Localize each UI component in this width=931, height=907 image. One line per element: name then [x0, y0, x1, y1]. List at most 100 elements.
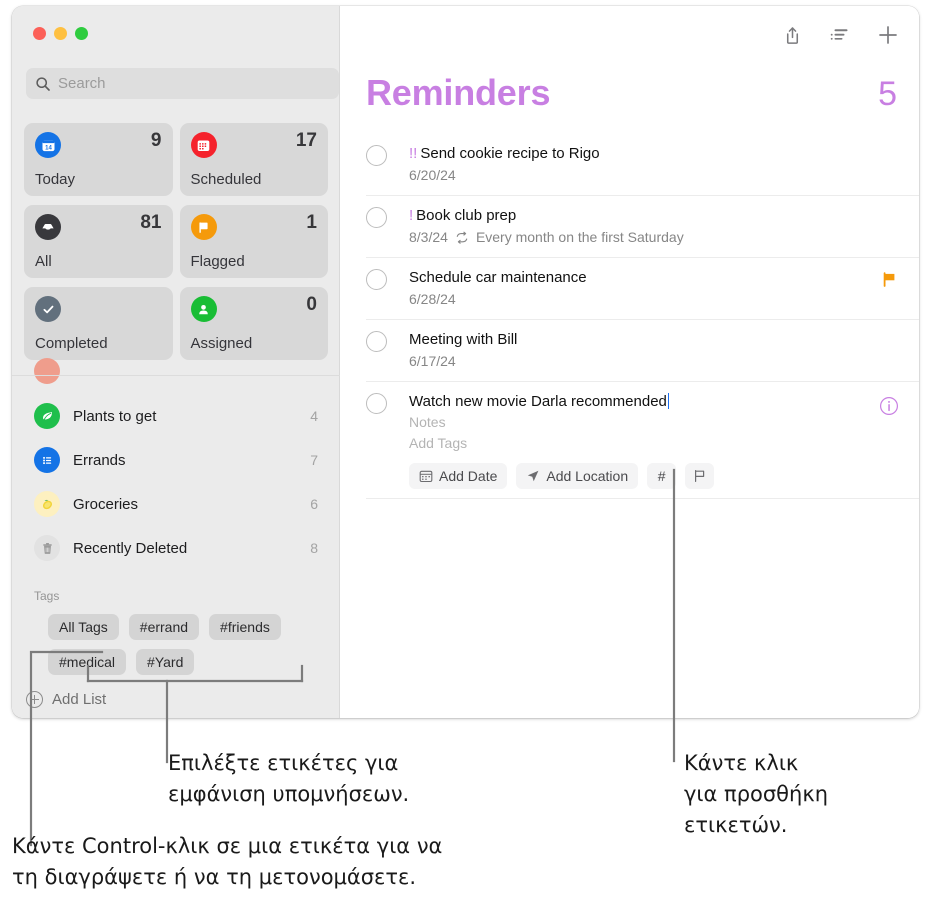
- minimize-button[interactable]: [54, 27, 67, 40]
- trash-icon: [34, 535, 60, 561]
- add-tag-callout-line1: Κάντε κλικ: [684, 751, 799, 775]
- reminder-row[interactable]: ! Book club prep 8/3/24 Every month on th…: [366, 196, 919, 258]
- flag-button[interactable]: [685, 463, 715, 489]
- add-reminder-button[interactable]: [876, 23, 900, 47]
- reminder-subtitle: 6/17/24: [409, 351, 859, 372]
- reminder-checkbox[interactable]: [366, 269, 387, 290]
- close-button[interactable]: [33, 27, 46, 40]
- smart-card-label: Assigned: [190, 335, 253, 352]
- notes-placeholder[interactable]: Notes: [409, 412, 859, 433]
- list-item-label: Groceries: [73, 495, 139, 513]
- search-input[interactable]: Search: [26, 68, 339, 99]
- reminder-title-line: ! Book club prep: [409, 206, 859, 226]
- reminder-title-input[interactable]: Watch new movie Darla recommended: [409, 392, 859, 412]
- smart-card-count: 81: [140, 212, 162, 233]
- tag-chip-errand[interactable]: #errand: [128, 614, 200, 640]
- smart-card-label: Scheduled: [190, 171, 262, 188]
- list-item[interactable]: Groceries 6: [12, 482, 340, 526]
- list-item-label: Recently Deleted: [73, 539, 188, 557]
- reminders-list: !! Send cookie recipe to Rigo 6/20/24 ! Bo…: [366, 134, 919, 499]
- hash-icon: #: [657, 468, 666, 484]
- info-circle-icon: [880, 397, 898, 415]
- title-row: Reminders 5: [366, 72, 897, 114]
- checkmark-icon: [35, 296, 61, 322]
- add-tags-placeholder[interactable]: Add Tags: [409, 433, 859, 454]
- reminder-subtitle: 6/20/24: [409, 165, 859, 186]
- tag-chip-medical[interactable]: #medical: [48, 649, 127, 675]
- add-list-button[interactable]: Add List: [26, 691, 106, 708]
- reminder-checkbox[interactable]: [366, 145, 387, 166]
- share-icon: [786, 26, 798, 44]
- smart-card-label: All: [35, 253, 52, 270]
- tag-chips: All Tags #errand #friends #medical #Yard: [48, 614, 338, 675]
- tags-callout-line2: εμφάνιση υπομνήσεων.: [168, 782, 410, 806]
- reminders-pane: Reminders 5 !! Send cookie recipe to Rigo…: [341, 6, 919, 718]
- reminder-title-line: Schedule car maintenance: [409, 268, 859, 288]
- reminder-title: Meeting with Bill: [409, 331, 518, 348]
- reminder-row-editing[interactable]: Watch new movie Darla recommended Notes …: [366, 382, 919, 499]
- reminder-date: 6/20/24: [409, 167, 456, 183]
- person-icon: [190, 296, 217, 322]
- tag-chip-friends[interactable]: #friends: [209, 614, 281, 640]
- reminder-checkbox[interactable]: [366, 207, 387, 228]
- reminder-repeat: Every month on the first Saturday: [475, 229, 684, 245]
- reminder-subtitle: 8/3/24 Every month on the first Saturday: [409, 227, 859, 248]
- reminder-checkbox[interactable]: [366, 331, 387, 352]
- detail-buttons: Add Date Add Location #: [409, 463, 859, 489]
- zoom-button[interactable]: [75, 27, 88, 40]
- tag-chip-yard[interactable]: #Yard: [136, 649, 195, 675]
- user-lists: Plants to get 4 Errands 7 Groceries 6 Re…: [12, 394, 340, 570]
- tags-callout-text: Επιλέξτε ετικέτες για εμφάνιση υπομνήσεω…: [168, 748, 498, 810]
- reminder-title-line: Meeting with Bill: [409, 330, 859, 350]
- add-date-button[interactable]: Add Date: [409, 463, 508, 489]
- list-item[interactable]: Errands 7: [12, 438, 340, 482]
- reminder-date: 6/17/24: [409, 353, 456, 369]
- flag-outline-icon: [695, 470, 705, 482]
- smart-card-scheduled[interactable]: 17 Scheduled: [179, 123, 328, 196]
- text-caret: [667, 393, 670, 409]
- smart-card-all[interactable]: 81 All: [24, 205, 173, 278]
- share-button[interactable]: [780, 23, 804, 47]
- add-location-label: Add Location: [546, 468, 629, 484]
- reminder-row[interactable]: Meeting with Bill 6/17/24: [366, 320, 919, 382]
- leaf-icon: [34, 403, 60, 429]
- tag-chip-all-tags[interactable]: All Tags: [48, 614, 119, 640]
- smart-lists-grid: 14 9 Today 17 Scheduled 81 All 1 Flagged…: [24, 123, 328, 360]
- smart-card-completed[interactable]: Completed: [24, 287, 173, 360]
- plus-circle-icon: [26, 691, 43, 708]
- list-item-count: 7: [310, 452, 318, 468]
- reminder-checkbox[interactable]: [366, 393, 387, 414]
- smart-card-today[interactable]: 14 9 Today: [24, 123, 173, 196]
- reminder-date: 6/28/24: [409, 291, 456, 307]
- add-tag-callout-text: Κάντε κλικ για προσθήκη ετικετών.: [684, 748, 924, 841]
- smart-card-assigned[interactable]: 0 Assigned: [179, 287, 328, 360]
- list-item-label: Plants to get: [73, 407, 157, 425]
- repeat-icon: [456, 231, 468, 244]
- list-bullet-icon: [34, 447, 60, 473]
- scroll-divider: [12, 375, 340, 376]
- add-tag-button[interactable]: #: [647, 463, 677, 489]
- sort-button[interactable]: [828, 23, 852, 47]
- lemon-icon: [34, 491, 60, 517]
- priority-marker: !!: [409, 145, 418, 162]
- smart-card-flagged[interactable]: 1 Flagged: [179, 205, 328, 278]
- reminder-date: 8/3/24: [409, 229, 448, 245]
- location-arrow-icon: [528, 470, 539, 482]
- reminder-count: 5: [878, 75, 897, 113]
- reminder-title: Schedule car maintenance: [409, 269, 587, 286]
- tags-callout-line1: Επιλέξτε ετικέτες για: [168, 751, 399, 775]
- reminder-row[interactable]: !! Send cookie recipe to Rigo 6/20/24: [366, 134, 919, 196]
- flag-icon: [883, 272, 895, 287]
- flag-indicator: [882, 272, 896, 292]
- reminder-row[interactable]: Schedule car maintenance 6/28/24: [366, 258, 919, 320]
- reminder-info-button[interactable]: [878, 395, 900, 422]
- add-location-button[interactable]: Add Location: [516, 463, 639, 489]
- priority-marker: !: [409, 207, 414, 224]
- list-item[interactable]: Recently Deleted 8: [12, 526, 340, 570]
- list-item-count: 4: [310, 408, 318, 424]
- ctrl-click-callout-line2: τη διαγράψετε ή να τη μετονομάσετε.: [12, 865, 417, 889]
- smart-card-count: 1: [306, 212, 317, 233]
- list-item[interactable]: Plants to get 4: [12, 394, 340, 438]
- flag-icon: [190, 214, 217, 240]
- ctrl-click-callout-text: Κάντε Control-κλικ σε μια ετικέτα για να…: [12, 831, 612, 893]
